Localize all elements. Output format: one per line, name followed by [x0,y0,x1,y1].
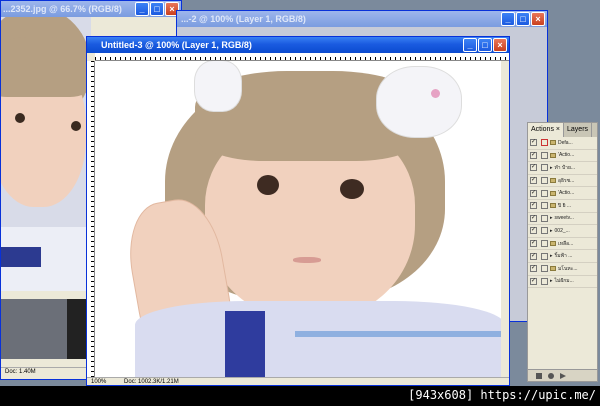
list-item[interactable]: ✓ ▸ ริ้มฟ้า ... [528,250,597,263]
minimize-button[interactable]: _ [135,2,149,16]
zoom-level[interactable]: 100% [91,379,106,385]
list-item[interactable]: ✓ ▸ ทำ ป้าย... [528,162,597,175]
minimize-button[interactable]: _ [501,12,515,26]
folder-icon [550,178,556,184]
title-bar[interactable]: Untitled-3 @ 100% (Layer 1, RGB/8) _ □ × [87,37,509,53]
list-item[interactable]: ✓ 'Actio... [528,187,597,200]
checkbox[interactable]: ✓ [530,227,537,235]
actions-toolbar [528,369,597,381]
maximize-button[interactable]: □ [478,38,492,52]
window-title: Untitled-3 @ 100% (Layer 1, RGB/8) [101,40,252,50]
maximize-button[interactable]: □ [516,12,530,26]
minimize-button[interactable]: _ [463,38,477,52]
checkbox[interactable]: ✓ [530,151,537,159]
checkbox[interactable]: ✓ [530,189,537,197]
list-item[interactable]: ✓ ▸ sweetv... [528,213,597,226]
close-button[interactable]: × [493,38,507,52]
status-text: Doc: 1.40M [5,369,36,375]
hair-bow-left [195,61,241,111]
window-title: ...2352.jpg @ 66.7% (RGB/8) [3,4,122,14]
actions-panel[interactable]: Actions × Layers ✓ Defa... ✓ 'Actio... ✓ ▸ ท… [527,122,598,382]
canvas-back[interactable] [1,17,91,291]
list-item[interactable]: ✓ เหลือ... [528,238,597,251]
folder-icon [550,241,556,247]
stop-icon[interactable] [536,372,542,379]
checkbox[interactable]: ✓ [530,202,537,210]
checkbox[interactable]: ✓ [530,240,537,248]
list-item[interactable]: ✓ มโนหะ... [528,263,597,276]
sailor-uniform [135,301,501,377]
list-item[interactable]: ✓ อุธิรช... [528,175,597,188]
folder-icon [550,266,556,272]
close-button[interactable]: × [531,12,545,26]
checkbox[interactable]: ✓ [530,177,537,185]
list-item[interactable]: ✓ ▸ 002_... [528,225,597,238]
title-bar[interactable]: ...-2 @ 100% (Layer 1, RGB/8) _ □ × [177,11,547,27]
tab-layers[interactable]: Layers [564,123,593,137]
actions-list: ✓ Defa... ✓ 'Actio... ✓ ▸ ทำ ป้าย... ✓ อุธิรช… [528,137,597,289]
hair-bow-right [377,67,461,137]
document-window-front[interactable]: Untitled-3 @ 100% (Layer 1, RGB/8) _ □ × [86,36,510,386]
list-item[interactable]: ✓ 'Actio... [528,150,597,163]
list-item[interactable]: ✓ ปิ ยิ ... [528,200,597,213]
vertical-ruler[interactable] [87,61,95,377]
canvas-front[interactable] [95,61,501,377]
tab-actions[interactable]: Actions × [528,123,565,137]
checkbox[interactable]: ✓ [530,265,537,273]
photoshop-workspace: ...2352.jpg @ 66.7% (RGB/8) _ □ × Doc: 1… [0,0,600,386]
folder-icon [550,203,556,209]
window-title: ...-2 @ 100% (Layer 1, RGB/8) [181,14,306,24]
checkbox[interactable]: ✓ [530,164,537,172]
status-text: Doc: 1002.3K/1.21M [124,379,179,385]
folder-icon [550,152,556,158]
list-item[interactable]: ✓ ▸ ไม่ฝักม... [528,276,597,289]
play-icon[interactable] [560,372,566,379]
watermark: [943x608] https://upic.me/ [408,388,596,402]
maximize-button[interactable]: □ [150,2,164,16]
title-bar[interactable]: ...2352.jpg @ 66.7% (RGB/8) _ □ × [1,1,181,17]
checkbox[interactable]: ✓ [530,252,537,260]
record-icon[interactable] [548,372,554,379]
checkbox[interactable]: ✓ [530,139,537,147]
folder-icon [550,190,556,196]
folder-icon [550,140,556,146]
checkbox[interactable]: ✓ [530,277,537,285]
checkbox[interactable]: ✓ [530,214,537,222]
horizontal-ruler[interactable] [95,53,509,61]
list-item[interactable]: ✓ Defa... [528,137,597,150]
